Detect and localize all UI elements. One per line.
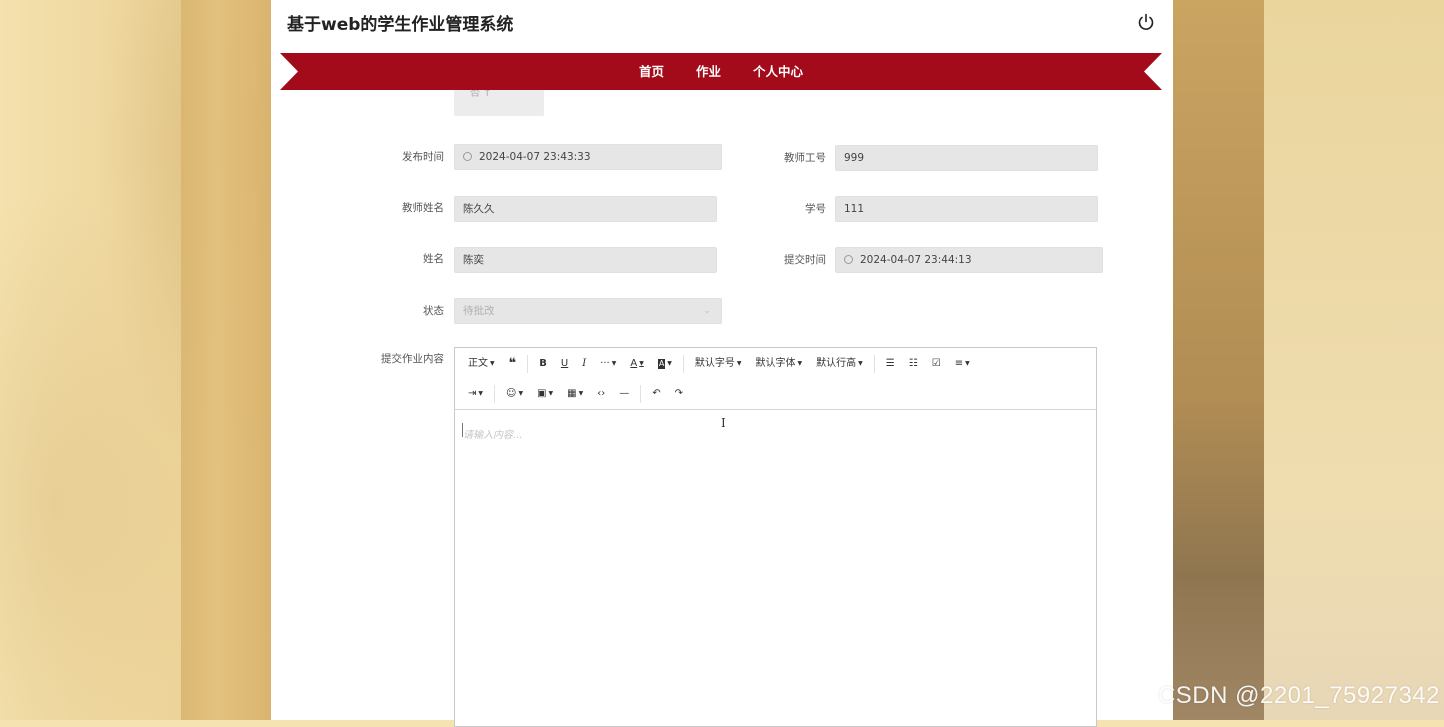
clock-icon bbox=[844, 254, 853, 264]
nav-item-home[interactable]: 首页 bbox=[623, 53, 680, 90]
line-height-button[interactable]: 默认行高 ▼ bbox=[809, 353, 870, 375]
status-select[interactable]: 待批改 ⌄ bbox=[454, 298, 722, 324]
power-icon[interactable] bbox=[1136, 12, 1156, 32]
publish-time-field[interactable]: 2024-04-07 23:43:33 bbox=[454, 144, 722, 170]
indent-icon[interactable]: ⇥ ▼ bbox=[461, 383, 490, 405]
bold-icon[interactable]: B bbox=[532, 353, 554, 375]
clock-icon bbox=[463, 151, 472, 161]
main-panel: 基于web的学生作业管理系统 否 ↑ 首页 作业 个人中心 发布时间 2024-… bbox=[271, 0, 1173, 727]
teacher-name-field[interactable]: 陈久久 bbox=[454, 196, 717, 222]
paragraph-style-button[interactable]: 正文 ▼ bbox=[461, 353, 502, 375]
name-label: 姓名 bbox=[423, 253, 444, 265]
align-icon[interactable]: ≡ ▼ bbox=[948, 353, 977, 375]
underline-icon[interactable]: U bbox=[554, 353, 575, 375]
font-color-icon[interactable]: A ▼ bbox=[623, 353, 650, 375]
watermark: CSDN @2201_75927342 bbox=[1157, 682, 1440, 709]
nav-banner: 首页 作业 个人中心 bbox=[280, 50, 1162, 93]
teacher-id-label: 教师工号 bbox=[784, 152, 826, 164]
chevron-down-icon: ⌄ bbox=[703, 306, 711, 316]
app-title: 基于web的学生作业管理系统 bbox=[287, 15, 514, 35]
numbered-list-icon[interactable]: ☷ bbox=[902, 353, 925, 375]
divider-icon[interactable]: — bbox=[612, 383, 636, 405]
more-style-button[interactable]: ··· ▼ bbox=[593, 353, 623, 375]
teacher-id-field[interactable]: 999 bbox=[835, 145, 1098, 171]
code-icon[interactable]: ‹› bbox=[590, 383, 612, 405]
quote-icon[interactable]: ❝ bbox=[502, 353, 524, 375]
emoji-icon[interactable]: ☺ ▼ bbox=[499, 383, 530, 405]
background-left bbox=[0, 0, 271, 720]
redo-icon[interactable]: ↷ bbox=[668, 383, 690, 405]
bullet-list-icon[interactable]: ☰ bbox=[879, 353, 902, 375]
submit-time-label: 提交时间 bbox=[784, 254, 826, 266]
status-label: 状态 bbox=[423, 305, 444, 317]
italic-icon[interactable]: I bbox=[575, 353, 593, 375]
student-id-field[interactable]: 111 bbox=[835, 196, 1098, 222]
rich-text-editor[interactable]: 正文 ▼ ❝ B U I ··· ▼ A ▼ A ▼ 默认字号 ▼ 默认字体 ▼ 默认行高 ▼… bbox=[454, 347, 1097, 727]
nav-item-profile[interactable]: 个人中心 bbox=[737, 53, 819, 90]
table-icon[interactable]: ▦ ▼ bbox=[560, 383, 590, 405]
teacher-name-label: 教师姓名 bbox=[402, 202, 444, 214]
name-field[interactable]: 陈奕 bbox=[454, 247, 717, 273]
ibeam-cursor-icon: I bbox=[721, 416, 726, 430]
font-size-button[interactable]: 默认字号 ▼ bbox=[688, 353, 749, 375]
editor-toolbar: 正文 ▼ ❝ B U I ··· ▼ A ▼ A ▼ 默认字号 ▼ 默认字体 ▼ 默认行高 ▼… bbox=[455, 348, 1096, 410]
background-color-icon[interactable]: A ▼ bbox=[651, 353, 679, 375]
editor-placeholder: 请输入内容... bbox=[463, 430, 523, 441]
undo-icon[interactable]: ↶ bbox=[645, 383, 667, 405]
background-right bbox=[1173, 0, 1444, 720]
publish-time-label: 发布时间 bbox=[402, 151, 444, 163]
submit-time-field[interactable]: 2024-04-07 23:44:13 bbox=[835, 247, 1103, 273]
todo-list-icon[interactable]: ☑ bbox=[925, 353, 948, 375]
nav-item-homework[interactable]: 作业 bbox=[680, 50, 737, 93]
content-label: 提交作业内容 bbox=[381, 353, 444, 365]
student-id-label: 学号 bbox=[805, 203, 826, 215]
font-family-button[interactable]: 默认字体 ▼ bbox=[749, 353, 810, 375]
image-icon[interactable]: ▣ ▼ bbox=[530, 383, 560, 405]
